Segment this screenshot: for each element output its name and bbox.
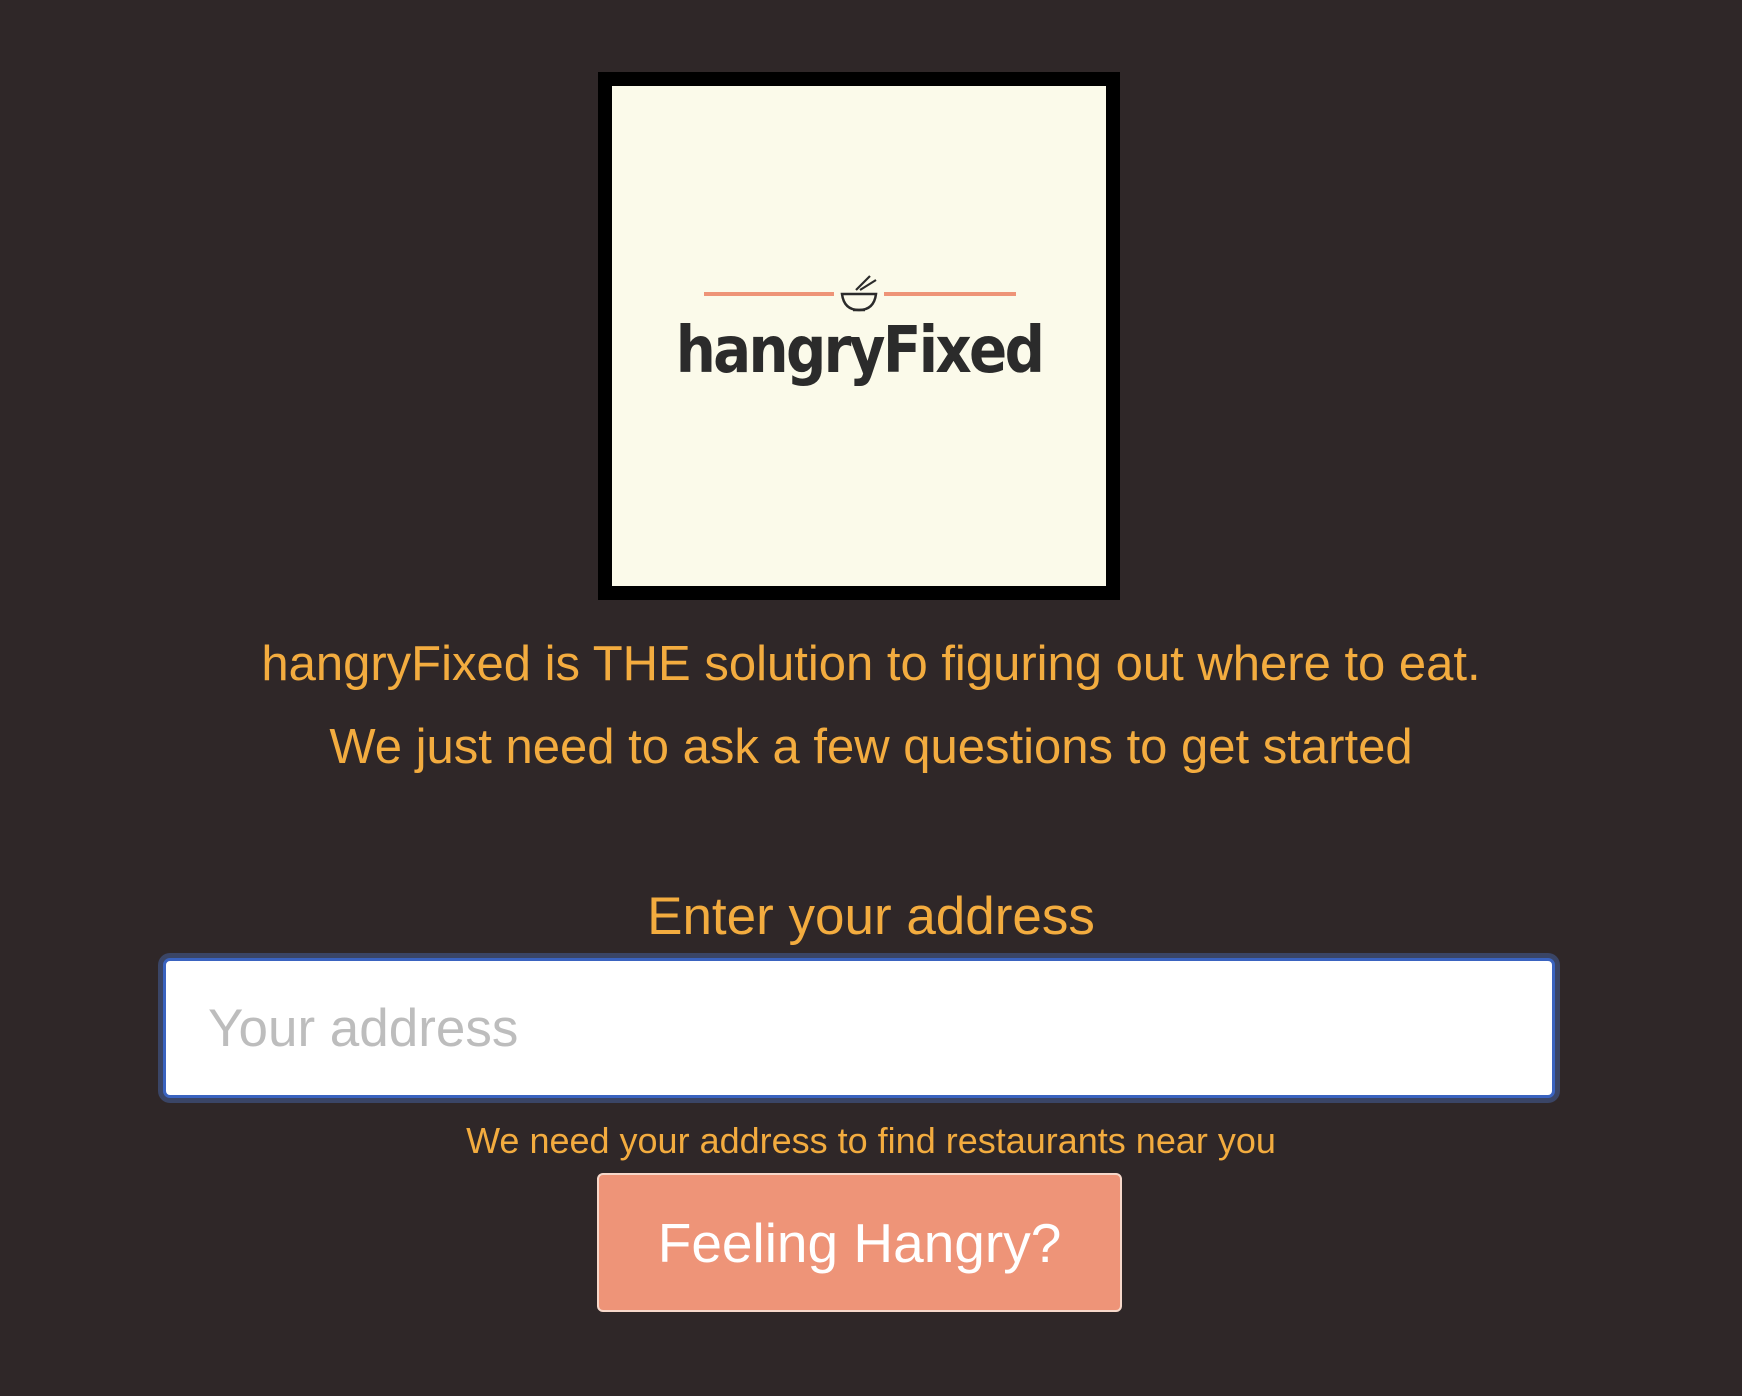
bowl-shape [840,292,878,312]
intro-text-line-2: We just need to ask a few questions to g… [329,720,1413,774]
logo-wordmark: hangryFixed [675,314,1045,388]
address-help-text: We need your address to find restaurants… [466,1120,1276,1161]
address-input[interactable] [163,958,1555,1098]
logo: hangryFixed [598,72,1120,600]
feeling-hangry-button[interactable]: Feeling Hangry? [597,1173,1122,1312]
address-label: Enter your address [647,887,1095,946]
logo-panel: hangryFixed [612,86,1106,586]
intro-text-line-1: hangryFixed is THE solution to figuring … [261,637,1481,691]
